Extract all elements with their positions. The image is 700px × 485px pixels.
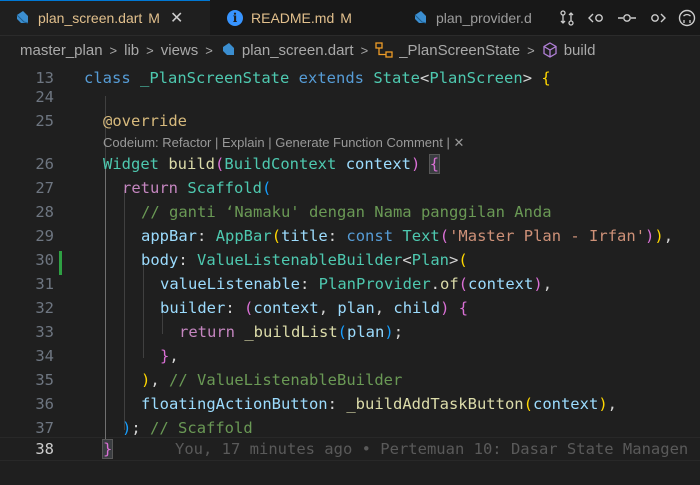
tab-label: plan_provider.d: [436, 9, 532, 26]
class-symbol-icon: [375, 42, 393, 58]
line-number: 38: [35, 440, 54, 458]
code-text: Widget build(BuildContext context) {: [103, 154, 441, 174]
line-number: 24: [35, 88, 54, 106]
tab-readme[interactable]: i README.md M: [227, 0, 352, 35]
github-icon[interactable]: [678, 9, 696, 27]
breadcrumb-item[interactable]: plan_screen.dart: [242, 42, 354, 59]
line-number: 28: [35, 203, 54, 221]
code-line: 30 body: ValueListenableBuilder<Plan>(: [0, 248, 700, 272]
code-text: floatingActionButton: _buildAddTaskButto…: [141, 395, 617, 413]
line-number: 35: [35, 371, 54, 389]
code-line: 33 return _buildList(plan);: [0, 320, 700, 344]
code-text: ); // Scaffold: [122, 419, 253, 437]
code-text: ), // ValueListenableBuilder: [141, 371, 403, 389]
code-text: body: ValueListenableBuilder<Plan>(: [141, 251, 468, 269]
chevron-right-icon: >: [527, 42, 535, 58]
code-text: },: [160, 347, 179, 365]
code-line: 24: [0, 85, 700, 109]
editor-tab-bar: plan_screen.dart M ✕ i README.md M plan_…: [0, 0, 700, 36]
line-number: 27: [35, 179, 54, 197]
line-number: 25: [35, 112, 54, 130]
method-symbol-icon: [543, 42, 557, 58]
code-text: valueListenable: PlanProvider.of(context…: [160, 275, 553, 293]
compare-changes-icon[interactable]: [558, 9, 576, 27]
close-icon[interactable]: ✕: [170, 8, 183, 28]
codeium-codelens[interactable]: Codeium: Refactor | Explain | Generate F…: [103, 135, 464, 151]
code-text: }: [101, 439, 114, 459]
tab-plan-provider[interactable]: plan_provider.d: [412, 0, 532, 35]
chevron-right-icon: >: [360, 42, 369, 58]
code-line: 25 @override: [0, 109, 700, 133]
git-blame-annotation: You, 17 minutes ago • Pertemuan 10: Dasa…: [175, 440, 689, 458]
code-line: 32 builder: (context, plan, child) {: [0, 296, 700, 320]
breadcrumb-item[interactable]: _PlanScreenState: [399, 42, 520, 59]
previous-change-icon[interactable]: [588, 9, 606, 27]
code-line: 36 floatingActionButton: _buildAddTaskBu…: [0, 392, 700, 416]
dart-icon: [16, 11, 29, 24]
breadcrumb-item[interactable]: lib: [124, 42, 139, 59]
line-number: 36: [35, 395, 54, 413]
code-text: return Scaffold(: [122, 179, 272, 197]
tab-label: README.md: [251, 9, 335, 26]
code-line: 29 appBar: AppBar(title: const Text('Mas…: [0, 224, 700, 248]
code-text: appBar: AppBar(title: const Text('Master…: [141, 227, 674, 245]
next-change-icon[interactable]: [648, 9, 666, 27]
line-number: 29: [35, 227, 54, 245]
code-line: 34 },: [0, 344, 700, 368]
line-number: 34: [35, 347, 54, 365]
modified-badge: M: [340, 9, 352, 26]
code-line: 28 // ganti ‘Namaku' dengan Nama panggil…: [0, 200, 700, 224]
timeline-dot-icon[interactable]: [618, 9, 636, 27]
code-line: 27 return Scaffold(: [0, 176, 700, 200]
code-line: 35 ), // ValueListenableBuilder: [0, 368, 700, 392]
breadcrumb-item[interactable]: master_plan: [20, 42, 103, 59]
breadcrumb-item[interactable]: views: [161, 42, 199, 59]
breadcrumb-item[interactable]: build: [564, 42, 596, 59]
code-text: return _buildList(plan);: [179, 323, 404, 341]
chevron-right-icon: >: [205, 42, 213, 58]
line-number: 26: [35, 155, 54, 173]
code-editor[interactable]: 13 class _PlanScreenState extends State<…: [0, 66, 700, 485]
line-number: 30: [35, 251, 54, 269]
code-text: @override: [103, 112, 187, 130]
code-line: 31 valueListenable: PlanProvider.of(cont…: [0, 272, 700, 296]
line-number: 37: [35, 419, 54, 437]
line-number: 33: [35, 323, 54, 341]
info-icon: i: [227, 9, 243, 26]
breadcrumb: master_plan > lib > views > plan_screen.…: [0, 36, 700, 64]
chevron-right-icon: >: [109, 42, 118, 58]
code-comment: // ganti ‘Namaku' dengan Nama panggilan …: [141, 203, 552, 221]
dart-icon: [222, 43, 234, 55]
dart-icon: [414, 10, 427, 23]
line-number: 32: [35, 299, 54, 317]
chevron-right-icon: >: [146, 42, 154, 58]
tab-plan-screen[interactable]: plan_screen.dart M ✕: [0, 0, 210, 35]
code-text: builder: (context, plan, child) {: [160, 299, 469, 317]
code-line: 26 Widget build(BuildContext context) {: [0, 152, 700, 176]
tab-label: plan_screen.dart: [38, 10, 143, 26]
modified-badge: M: [148, 10, 160, 26]
line-number: 31: [35, 275, 54, 293]
code-line-current: 38 } You, 17 minutes ago • Pertemuan 10:…: [0, 437, 700, 461]
editor-actions: [558, 0, 700, 35]
